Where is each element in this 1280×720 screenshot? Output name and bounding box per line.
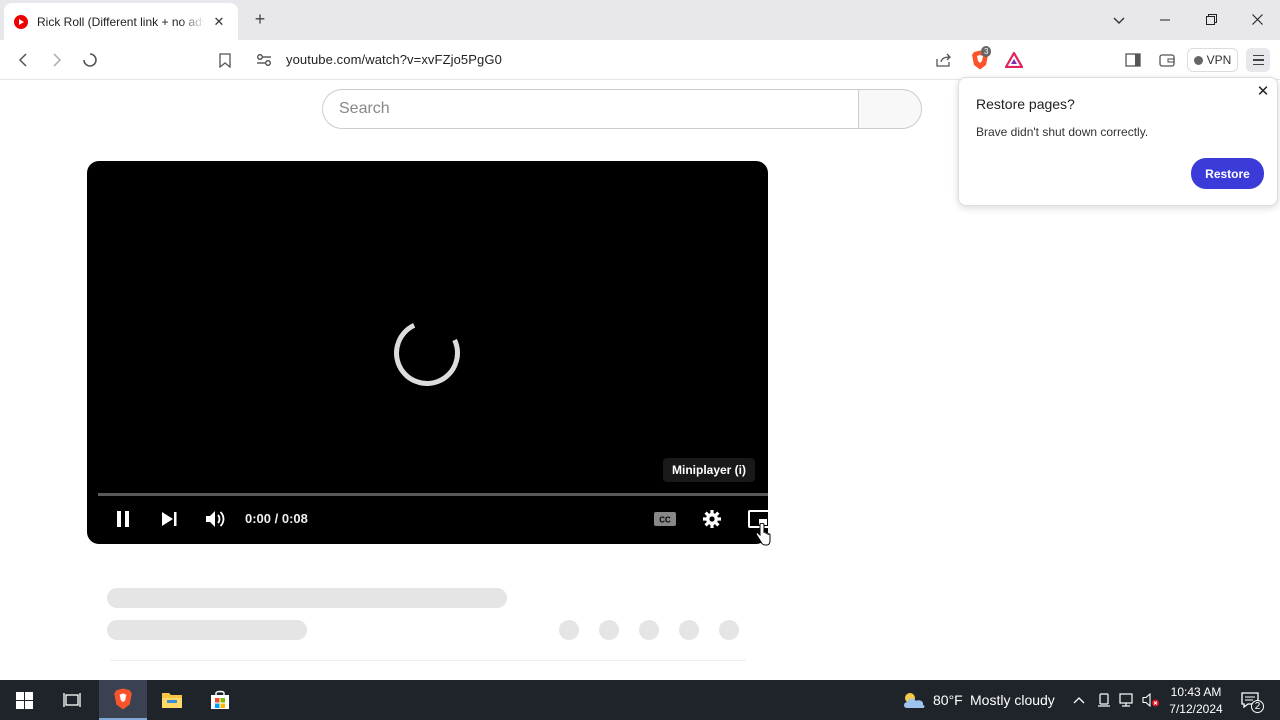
shields-count-badge: 3	[981, 46, 992, 57]
minimize-button[interactable]	[1155, 10, 1175, 30]
popup-close-icon[interactable]: ✕	[1255, 84, 1271, 100]
search-placeholder: Search	[339, 100, 390, 117]
network-icon[interactable]	[1117, 680, 1137, 720]
youtube-search-button[interactable]	[858, 89, 922, 129]
clock-time: 10:43 AM	[1170, 685, 1222, 699]
weather-cloud-icon[interactable]	[900, 680, 928, 720]
youtube-favicon-icon	[14, 14, 28, 29]
clock-date: 7/12/2024	[1169, 702, 1223, 716]
new-tab-button[interactable]: +	[250, 9, 270, 29]
tab-close-icon[interactable]: ✕	[210, 14, 228, 30]
next-video-button[interactable]	[157, 507, 181, 531]
brave-shields-icon[interactable]: 3	[970, 46, 992, 70]
share-icon[interactable]	[934, 50, 954, 70]
back-button[interactable]	[13, 50, 33, 70]
settings-gear-icon[interactable]	[700, 507, 724, 531]
notification-center-icon[interactable]: 2	[1236, 680, 1264, 720]
task-view-icon[interactable]	[48, 680, 96, 720]
section-divider	[110, 660, 746, 661]
site-info-icon[interactable]	[254, 50, 274, 70]
taskbar-brave-icon[interactable]	[99, 680, 147, 720]
taskbar-file-explorer-icon[interactable]	[148, 680, 196, 720]
action-skeleton	[719, 620, 739, 640]
close-window-button[interactable]	[1247, 10, 1267, 30]
taskbar-store-icon[interactable]	[196, 680, 244, 720]
restore-pages-popup: Restore pages? Brave didn't shut down co…	[958, 77, 1278, 206]
tab-search-chevron-icon[interactable]	[1109, 10, 1129, 30]
url-text: youtube.com/watch?v=xvFZjo5PgG0	[286, 52, 502, 67]
action-skeleton	[559, 620, 579, 640]
address-bar[interactable]: youtube.com/watch?v=xvFZjo5PgG0	[246, 46, 1032, 74]
wallet-icon[interactable]	[1157, 50, 1177, 70]
action-skeleton	[679, 620, 699, 640]
tab-title: Rick Roll (Different link + no ads)	[37, 14, 205, 29]
start-button[interactable]	[0, 680, 48, 720]
weather-description[interactable]: Mostly cloudy	[970, 680, 1055, 720]
weather-temperature[interactable]: 80°F	[933, 680, 963, 720]
vpn-button[interactable]: VPN	[1187, 48, 1238, 72]
popup-message: Brave didn't shut down correctly.	[976, 125, 1149, 139]
hamburger-menu-button[interactable]	[1246, 48, 1270, 72]
popup-title: Restore pages?	[976, 96, 1075, 112]
restore-button[interactable]: Restore	[1191, 158, 1264, 189]
title-skeleton	[107, 588, 507, 608]
loading-spinner-icon	[384, 310, 470, 396]
mouse-cursor-icon	[755, 523, 771, 546]
volume-muted-icon[interactable]	[1140, 680, 1162, 720]
notification-count-badge: 2	[1251, 700, 1264, 713]
miniplayer-tooltip: Miniplayer (i)	[663, 458, 756, 482]
progress-bar[interactable]	[98, 493, 768, 496]
action-skeleton	[639, 620, 659, 640]
pause-button[interactable]	[111, 507, 135, 531]
video-timecode: 0:00 / 0:08	[245, 511, 308, 526]
channel-skeleton	[107, 620, 307, 640]
show-hidden-icons-chevron-icon[interactable]	[1069, 680, 1089, 720]
forward-button[interactable]	[47, 50, 67, 70]
youtube-search-input[interactable]: Search	[322, 89, 859, 129]
stop-loading-button[interactable]	[80, 50, 100, 70]
video-player[interactable]: Miniplayer (i) 0:00 / 0:08 CC	[87, 161, 768, 544]
browser-tab[interactable]: Rick Roll (Different link + no ads) ✕	[4, 3, 238, 40]
svg-text:CC: CC	[659, 516, 671, 525]
windows-taskbar: 80°F Mostly cloudy 2	[0, 680, 1280, 720]
vpn-label: VPN	[1206, 53, 1232, 67]
brave-rewards-icon[interactable]	[1004, 50, 1024, 70]
action-skeleton	[599, 620, 619, 640]
sidebar-toggle-icon[interactable]	[1123, 50, 1143, 70]
bookmark-icon[interactable]	[215, 50, 235, 70]
vpn-status-icon	[1193, 55, 1203, 65]
meet-now-icon[interactable]	[1094, 680, 1114, 720]
tab-strip: Rick Roll (Different link + no ads) ✕ +	[0, 0, 1280, 40]
captions-button[interactable]: CC	[652, 507, 678, 531]
volume-icon[interactable]	[203, 507, 229, 531]
restore-window-button[interactable]	[1201, 10, 1221, 30]
system-clock[interactable]: 10:43 AM 7/12/2024	[1163, 684, 1229, 718]
